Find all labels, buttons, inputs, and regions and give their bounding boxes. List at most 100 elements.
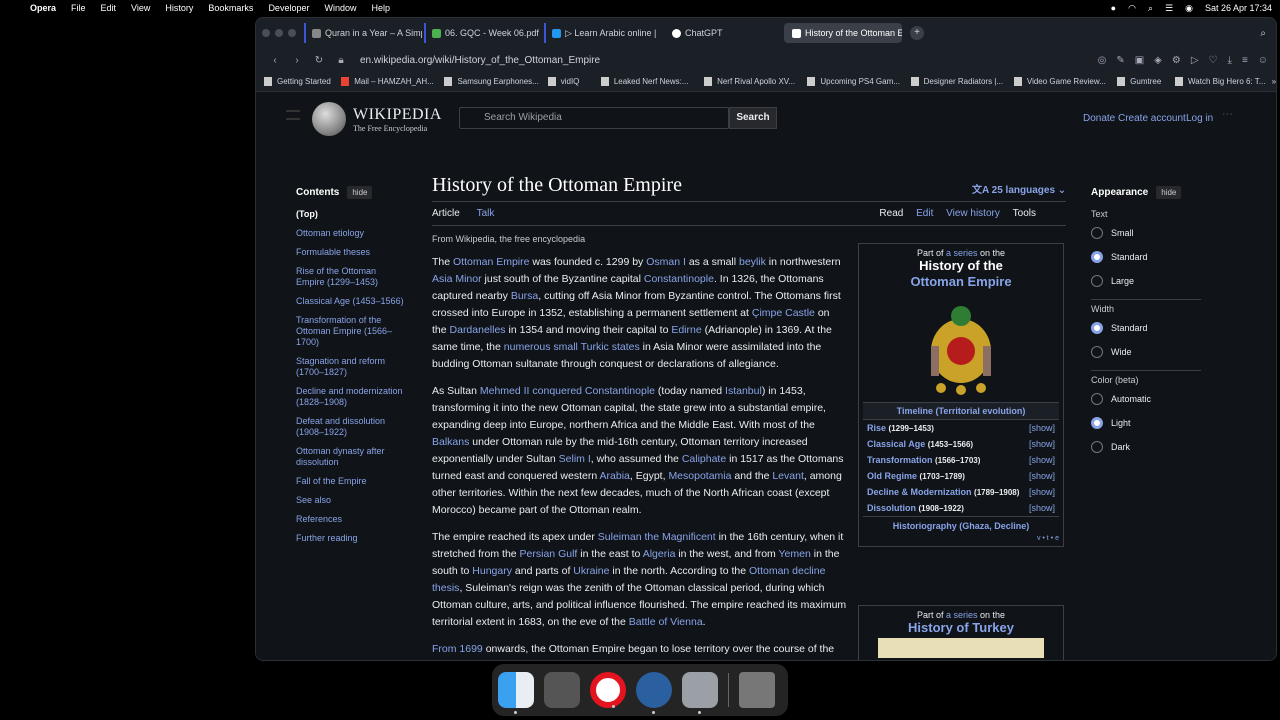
- wikipedia-wordmark[interactable]: WIKIPEDIA: [353, 106, 442, 124]
- bookmark-item[interactable]: Video Game Review...: [1013, 77, 1117, 86]
- link[interactable]: numerous small Turkic states: [504, 341, 640, 353]
- link[interactable]: Ottoman Empire: [453, 256, 529, 268]
- link[interactable]: Istanbul: [725, 385, 762, 397]
- toc-item[interactable]: Further reading: [296, 533, 406, 544]
- link[interactable]: Selim I: [559, 453, 591, 465]
- menu-history[interactable]: History: [165, 3, 193, 13]
- close-window-button[interactable]: [262, 29, 270, 37]
- navbox-vte[interactable]: v • t • e: [863, 535, 1059, 542]
- toc-item[interactable]: Decline and modernization (1828–1908): [296, 386, 406, 408]
- infobox-row-name[interactable]: Transformation: [867, 455, 933, 465]
- settings-icon[interactable]: ⚙: [1172, 55, 1181, 66]
- toc-item[interactable]: Ottoman etiology: [296, 228, 406, 239]
- zoom-window-button[interactable]: [288, 29, 296, 37]
- toc-item[interactable]: Transformation of the Ottoman Empire (15…: [296, 315, 406, 348]
- record-icon[interactable]: ●: [1111, 3, 1116, 13]
- toc-item[interactable]: Classical Age (1453–1566): [296, 296, 406, 307]
- login-link[interactable]: Log in: [1186, 113, 1213, 124]
- link[interactable]: Asia Minor: [432, 273, 482, 285]
- infobox-timeline[interactable]: Timeline (Territorial evolution): [863, 402, 1059, 420]
- download-icon[interactable]: ⤓: [1228, 55, 1232, 66]
- link[interactable]: Çimpe Castle: [752, 307, 815, 319]
- infobox-historiography[interactable]: Historiography (Ghaza, Decline): [863, 516, 1059, 535]
- tab-chatgpt[interactable]: ChatGPT: [664, 23, 782, 43]
- contents-hide-button[interactable]: hide: [347, 186, 373, 199]
- ottoman-coat-of-arms-icon[interactable]: [921, 296, 1001, 396]
- tab-read[interactable]: Read: [879, 208, 903, 219]
- menu-view[interactable]: View: [131, 3, 150, 13]
- infobox-row-name[interactable]: Dissolution: [867, 503, 916, 513]
- toc-item[interactable]: Stagnation and reform (1700–1827): [296, 356, 406, 378]
- infobox2-title-text[interactable]: History of Turkey: [863, 620, 1059, 636]
- more-options-icon[interactable]: ···: [1222, 108, 1233, 120]
- bookmark-item[interactable]: Designer Radiators |...: [910, 77, 1014, 86]
- minimize-window-button[interactable]: [275, 29, 283, 37]
- toc-item[interactable]: See also: [296, 495, 406, 506]
- show-toggle[interactable]: [show]: [1029, 455, 1055, 465]
- snapshot-icon[interactable]: ▣: [1135, 55, 1144, 66]
- link[interactable]: Constantinople: [644, 273, 714, 285]
- infobox-title-line2[interactable]: Ottoman Empire: [863, 274, 1059, 290]
- toc-item[interactable]: References: [296, 514, 406, 525]
- toc-item[interactable]: Rise of the Ottoman Empire (1299–1453): [296, 266, 406, 288]
- radio-text-small[interactable]: Small: [1091, 227, 1201, 239]
- control-center-icon[interactable]: ☰: [1165, 3, 1173, 14]
- infobox-row-name[interactable]: Old Regime: [867, 471, 917, 481]
- link[interactable]: Ukraine: [573, 565, 609, 577]
- wifi-icon[interactable]: ◠: [1128, 3, 1136, 14]
- menu-edit[interactable]: Edit: [101, 3, 117, 13]
- menu-app[interactable]: Opera: [30, 3, 56, 13]
- tab-edit[interactable]: Edit: [916, 208, 933, 219]
- appearance-hide-button[interactable]: hide: [1156, 186, 1182, 199]
- tab-ottoman-history[interactable]: History of the Ottoman E: [784, 23, 902, 43]
- link[interactable]: Arabia: [600, 470, 630, 482]
- link[interactable]: Yemen: [779, 548, 811, 560]
- url-field[interactable]: en.wikipedia.org/wiki/History_of_the_Ott…: [360, 55, 600, 66]
- radio-color-light[interactable]: Light: [1091, 417, 1201, 429]
- menu-bookmarks[interactable]: Bookmarks: [208, 3, 253, 13]
- back-icon[interactable]: ‹: [264, 55, 286, 66]
- toc-item[interactable]: Defeat and dissolution (1908–1922): [296, 416, 406, 438]
- create-account-link[interactable]: Create account: [1118, 113, 1186, 124]
- toc-item[interactable]: (Top): [296, 209, 406, 220]
- link[interactable]: From 1699: [432, 643, 483, 655]
- edit-icon[interactable]: ✎: [1116, 55, 1124, 66]
- link[interactable]: Caliphate: [682, 453, 726, 465]
- series-link[interactable]: a series: [946, 610, 978, 620]
- search-button[interactable]: Search: [729, 107, 777, 129]
- show-toggle[interactable]: [show]: [1029, 487, 1055, 497]
- shield-icon[interactable]: ◈: [1154, 55, 1162, 66]
- wikipedia-logo-icon[interactable]: [312, 102, 346, 136]
- tab-gqc-pdf[interactable]: 06. GQC - Week 06.pdf: [424, 23, 542, 43]
- link[interactable]: Balkans: [432, 436, 469, 448]
- series-link[interactable]: a series: [946, 248, 978, 258]
- bookmark-item[interactable]: Watch Big Hero 6: T...: [1175, 77, 1272, 86]
- languages-button[interactable]: 文A 25 languages ⌄: [972, 181, 1066, 196]
- menu-icon[interactable]: ≡: [1242, 55, 1248, 66]
- link[interactable]: Persian Gulf: [520, 548, 578, 560]
- siri-icon[interactable]: ◉: [1185, 3, 1193, 14]
- tab-view-history[interactable]: View history: [946, 208, 1000, 219]
- preview-icon[interactable]: [682, 672, 718, 714]
- toc-item[interactable]: Ottoman dynasty after dissolution: [296, 446, 406, 468]
- new-tab-button[interactable]: +: [910, 26, 924, 40]
- camera-icon[interactable]: ◎: [1098, 55, 1107, 66]
- bookmark-item[interactable]: Getting Started: [264, 77, 341, 86]
- bookmark-item[interactable]: Mail – HAMZAH_AH...: [341, 77, 444, 86]
- infobox-row-name[interactable]: Decline & Modernization: [867, 487, 972, 497]
- show-toggle[interactable]: [show]: [1029, 423, 1055, 433]
- link[interactable]: Dardanelles: [450, 324, 506, 336]
- reload-icon[interactable]: ↻: [308, 55, 330, 66]
- infobox-row-name[interactable]: Rise: [867, 423, 886, 433]
- radio-width-standard[interactable]: Standard: [1091, 322, 1201, 334]
- link[interactable]: Mesopotamia: [668, 470, 731, 482]
- bookmark-item[interactable]: Samsung Earphones...: [444, 77, 547, 86]
- main-menu-icon[interactable]: [286, 110, 300, 120]
- profile-icon[interactable]: ☺: [1258, 55, 1268, 66]
- link[interactable]: Suleiman the Magnificent: [598, 531, 716, 543]
- toc-item[interactable]: Fall of the Empire: [296, 476, 406, 487]
- show-toggle[interactable]: [show]: [1029, 471, 1055, 481]
- tools-menu[interactable]: Tools: [1013, 208, 1036, 219]
- link[interactable]: Levant: [772, 470, 804, 482]
- tab-article[interactable]: Article: [432, 208, 460, 219]
